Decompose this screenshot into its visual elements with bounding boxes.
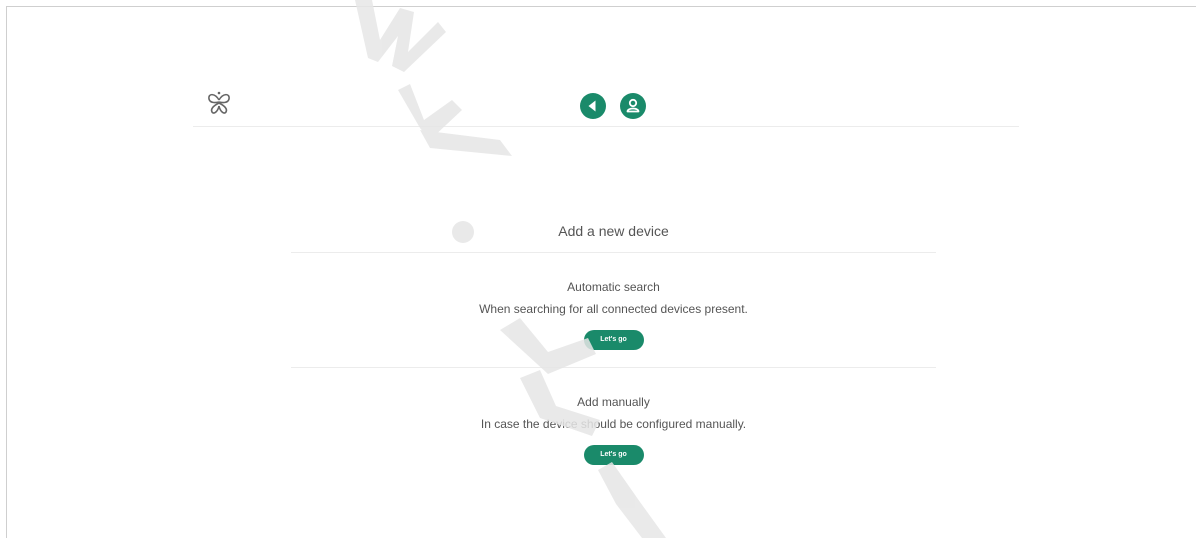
page-title: Add a new device [291,210,936,253]
option-title: Automatic search [567,280,660,294]
top-bar [193,84,1019,127]
option-description: When searching for all connected devices… [479,302,748,316]
automatic-search-go-button[interactable]: Let's go [583,330,644,350]
option-description: In case the device should be configured … [480,417,747,431]
option-title: Add manually [577,395,650,409]
back-button[interactable] [580,93,606,119]
butterfly-logo-icon [206,90,232,118]
add-manually-go-button[interactable]: Let's go [583,445,644,465]
back-arrow-icon [588,100,596,112]
add-device-panel: Add a new device Automatic search When s… [291,210,936,482]
automatic-search-option: Automatic search When searching for all … [291,253,936,368]
user-icon [626,98,640,113]
add-manually-option: Add manually In case the device should b… [291,368,936,482]
account-button[interactable] [620,93,646,119]
